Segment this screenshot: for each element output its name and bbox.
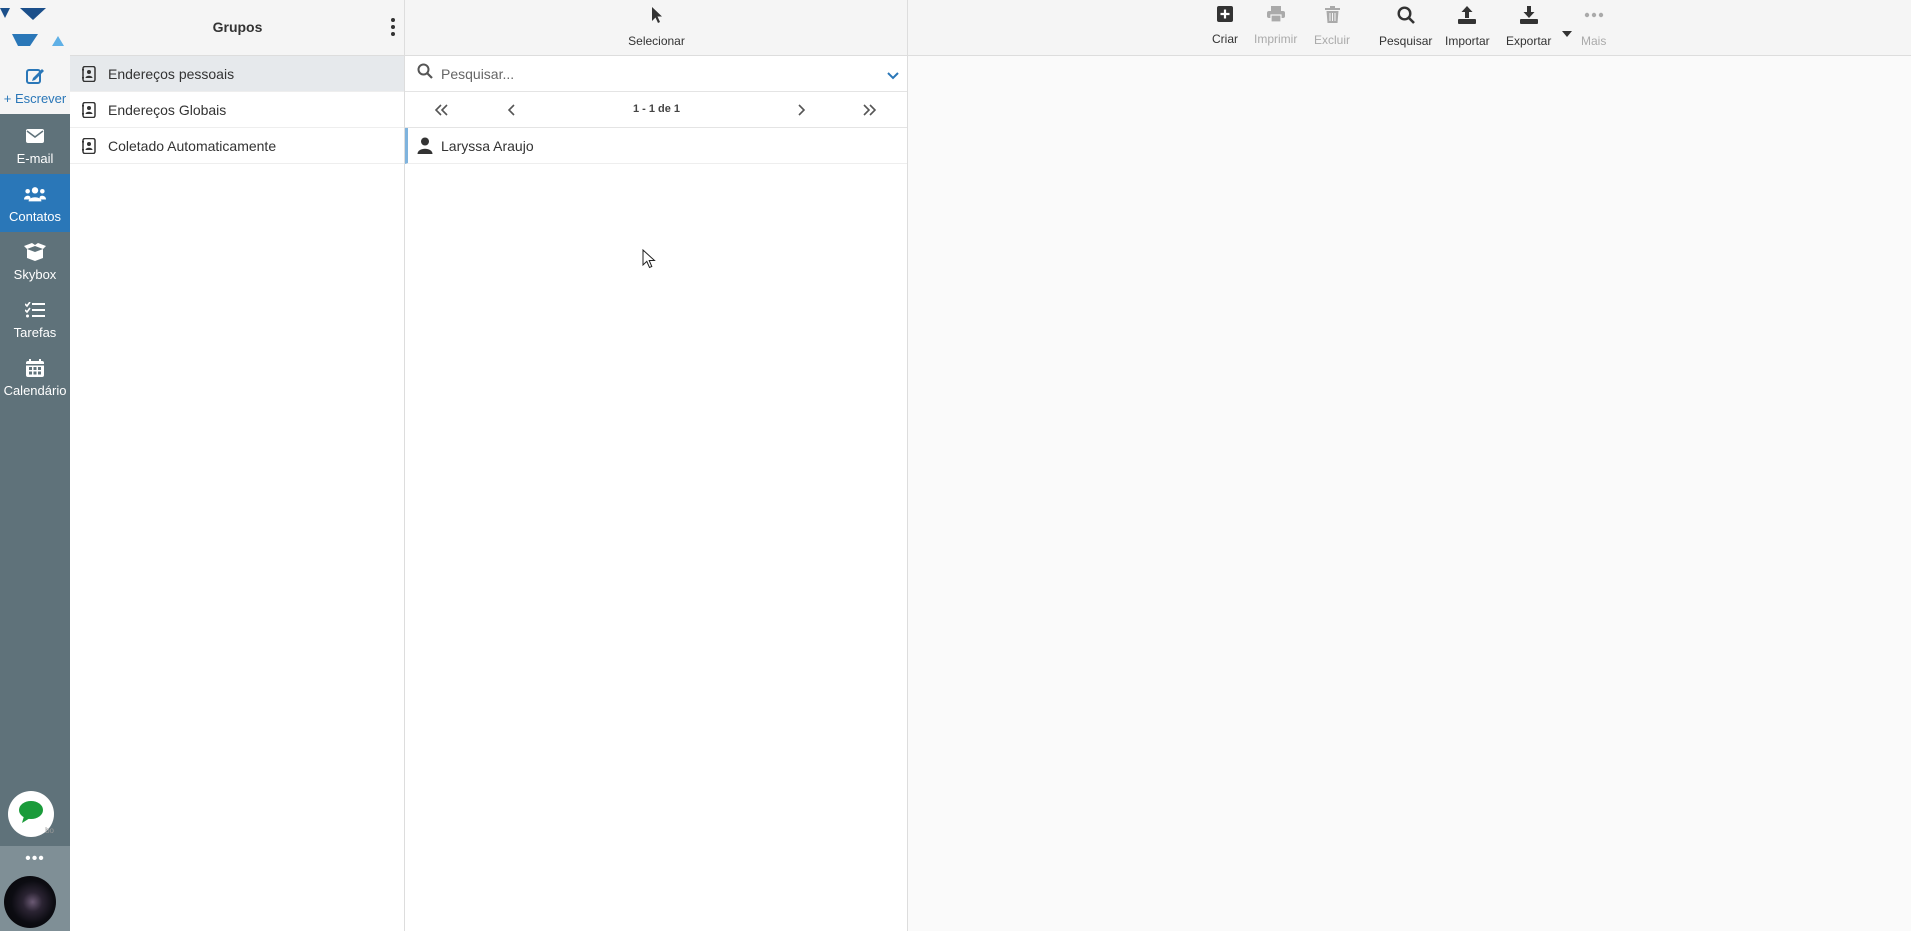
address-book-icon xyxy=(82,101,98,119)
delete-label: Excluir xyxy=(1314,33,1351,47)
box-icon xyxy=(24,241,46,263)
create-label: Criar xyxy=(1212,32,1238,46)
search-options-chevron-icon[interactable] xyxy=(887,68,899,86)
search-bar xyxy=(405,56,907,92)
list-item[interactable]: Laryssa Araujo xyxy=(405,128,907,164)
search-icon xyxy=(1397,6,1415,29)
envelope-icon xyxy=(24,125,46,147)
compose-label: + Escrever xyxy=(3,90,67,106)
contact-detail-area xyxy=(908,56,1911,931)
trash-icon xyxy=(1324,6,1340,28)
next-page-icon[interactable] xyxy=(792,103,810,117)
pointer-icon xyxy=(650,6,664,29)
groups-title: Grupos xyxy=(212,19,263,35)
search-button[interactable]: Pesquisar xyxy=(1379,6,1432,48)
person-icon xyxy=(417,137,433,154)
kebab-dot xyxy=(391,18,395,22)
pagination-info: 1 - 1 de 1 xyxy=(632,103,681,115)
mouse-cursor-icon xyxy=(642,248,656,274)
nav-item-label: Tarefas xyxy=(13,324,57,340)
search-icon xyxy=(417,63,433,84)
nav-item-email[interactable]: E-mail xyxy=(0,116,70,174)
app-logo[interactable] xyxy=(0,0,70,56)
search-label: Pesquisar xyxy=(1379,34,1433,48)
kebab-dot xyxy=(391,25,395,29)
group-item-global-addresses[interactable]: Endereços Globais xyxy=(70,92,404,128)
ellipsis-icon xyxy=(1584,6,1604,29)
nav-item-label: Calendário xyxy=(3,382,67,398)
upload-icon xyxy=(1458,6,1477,29)
tasks-icon xyxy=(24,299,46,321)
last-page-icon[interactable] xyxy=(860,103,878,117)
group-item-label: Endereços pessoais xyxy=(108,65,235,82)
delete-button[interactable]: Excluir xyxy=(1314,6,1350,47)
contact-name: Laryssa Araujo xyxy=(441,137,534,154)
groups-header: Grupos xyxy=(70,0,404,56)
chat-bubble-icon xyxy=(18,800,44,829)
more-button[interactable]: Mais xyxy=(1581,6,1606,48)
nav-item-calendar[interactable]: Calendário xyxy=(0,348,70,406)
nav-item-label: E-mail xyxy=(16,150,54,166)
download-icon xyxy=(1519,6,1538,29)
more-label: Mais xyxy=(1581,34,1607,48)
export-label: Exportar xyxy=(1506,34,1552,48)
address-book-icon xyxy=(82,137,98,155)
group-item-personal-addresses[interactable]: Endereços pessoais xyxy=(70,56,404,92)
address-book-icon xyxy=(82,65,98,83)
export-button[interactable]: Exportar xyxy=(1506,6,1551,48)
pagination-bar: 1 - 1 de 1 xyxy=(405,92,907,128)
users-icon xyxy=(24,183,46,205)
nav-item-contacts[interactable]: Contatos xyxy=(0,174,70,232)
create-button[interactable]: Criar xyxy=(1212,6,1238,46)
calendar-icon xyxy=(24,357,46,379)
app-navigation: + Escrever E-mail Contatos Skybox Tarefa… xyxy=(0,0,70,931)
contacts-list-header: Selecionar xyxy=(405,0,907,56)
nav-item-label: Contatos xyxy=(8,208,62,224)
print-label: Imprimir xyxy=(1254,32,1298,46)
group-item-label: Endereços Globais xyxy=(108,101,227,118)
nav-item-label: Skybox xyxy=(13,266,57,282)
nav-item-skybox[interactable]: Skybox xyxy=(0,232,70,290)
import-button[interactable]: Importar xyxy=(1445,6,1490,48)
kebab-dot xyxy=(391,32,395,36)
chat-badge-text: bo xyxy=(45,826,54,835)
avatar[interactable] xyxy=(4,876,56,928)
pencil-square-icon xyxy=(24,65,46,87)
printer-icon xyxy=(1266,6,1285,27)
select-label: Selecionar xyxy=(628,34,685,48)
group-item-auto-collected[interactable]: Coletado Automaticamente xyxy=(70,128,404,164)
select-button[interactable]: Selecionar xyxy=(405,6,908,48)
import-label: Importar xyxy=(1445,34,1490,48)
toolbar: Criar Imprimir Excluir Pesquisar Importa… xyxy=(908,0,1911,56)
groups-panel: Grupos Endereços pessoais Endereços Glob… xyxy=(70,0,405,931)
more-apps-button[interactable]: ••• xyxy=(0,846,70,872)
groups-menu-button[interactable] xyxy=(390,18,396,36)
plus-square-icon xyxy=(1217,6,1233,27)
group-item-label: Coletado Automaticamente xyxy=(108,137,277,154)
contacts-list-panel: Selecionar 1 - 1 de 1 Laryssa Araujo xyxy=(405,0,908,931)
search-input[interactable] xyxy=(441,65,861,82)
chat-button[interactable]: bo xyxy=(8,791,54,837)
print-button[interactable]: Imprimir xyxy=(1254,6,1297,46)
compose-button[interactable]: + Escrever xyxy=(0,56,70,114)
export-dropdown-caret-icon[interactable] xyxy=(1562,24,1572,42)
nav-item-tasks[interactable]: Tarefas xyxy=(0,290,70,348)
